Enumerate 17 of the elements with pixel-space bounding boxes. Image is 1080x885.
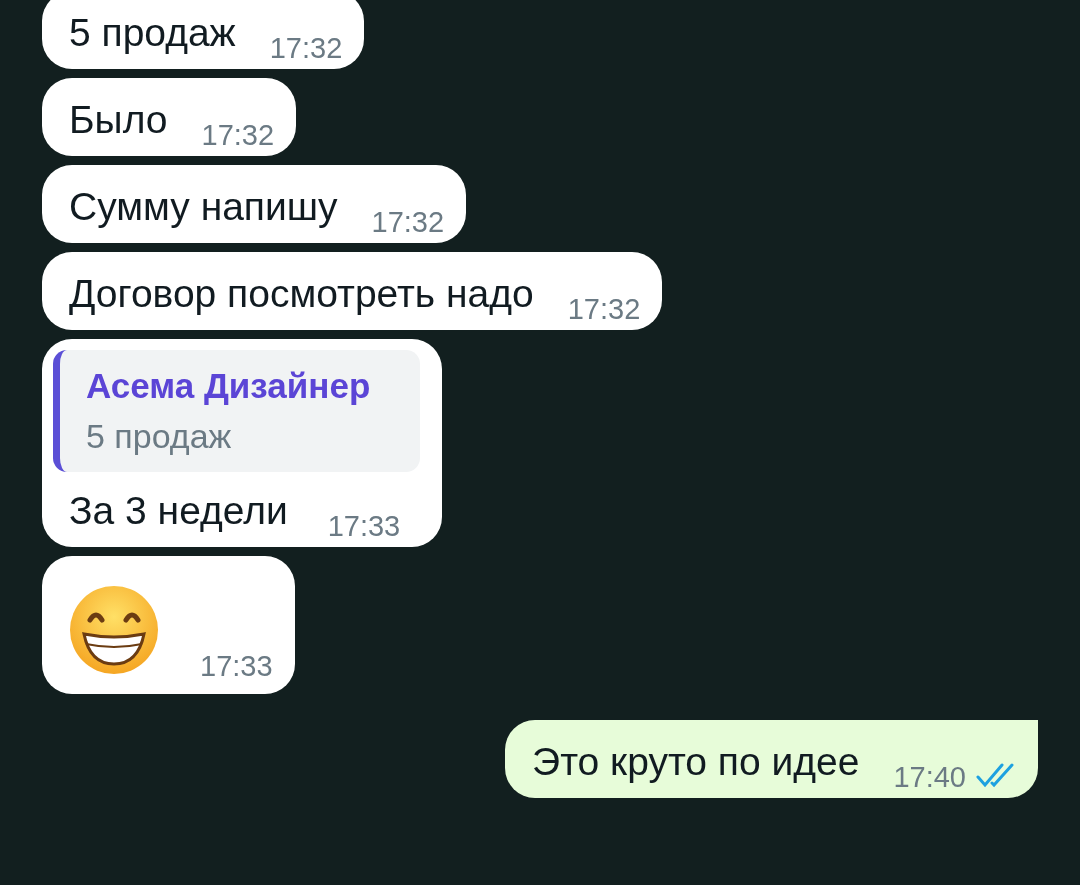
message-time: 17:33 [327,510,401,542]
message-time: 17:33 [200,650,273,682]
message-time: 17:32 [567,293,641,325]
message-time: 17:32 [371,206,445,238]
message-time: 17:32 [269,32,343,64]
message-time: 17:40 [893,761,966,793]
message-text: Было [69,97,168,143]
message-time: 17:32 [201,119,275,151]
message-text: 5 продаж [69,10,236,56]
message-text: Сумму напишу [69,184,338,230]
message-text: За 3 недели [69,488,288,534]
message-text: Договор посмотреть надо [69,271,534,317]
grinning-face-icon [68,584,160,676]
quoted-message[interactable]: Асема Дизайнер 5 продаж [53,350,421,472]
quote-text: 5 продаж [86,416,233,457]
quote-author: Асема Дизайнер [86,365,371,407]
message-text: Это круто по идее [532,739,860,785]
